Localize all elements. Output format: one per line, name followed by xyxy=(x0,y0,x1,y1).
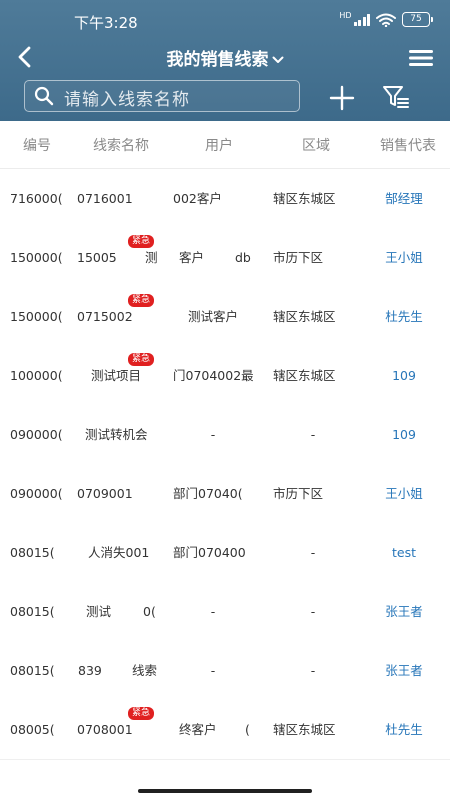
status-time: 下午3:28 xyxy=(74,14,138,32)
lead-sales-rep[interactable]: 杜先生 xyxy=(360,307,448,327)
lead-customer: 002客户 xyxy=(173,191,222,206)
lead-sales-rep[interactable]: 杜先生 xyxy=(360,720,448,740)
table-row[interactable]: 090000( 测试转机会 - - 109 xyxy=(0,405,450,465)
header-customer: 用户 xyxy=(205,138,233,154)
lead-code: 090000( xyxy=(10,427,62,442)
lead-customer-overflow: ( xyxy=(245,722,250,737)
table-row[interactable]: 08015( 测试 0( - - 张王者 xyxy=(0,582,450,642)
search-placeholder: 请输入线索名称 xyxy=(64,90,190,110)
lead-region: - xyxy=(310,427,316,442)
table-row[interactable]: 紧急 150000( 15005 测 客户 db 市历下区 王小姐 xyxy=(0,228,450,288)
lead-name: 测试转机会 xyxy=(85,427,148,442)
lead-sales-rep[interactable]: 张王者 xyxy=(360,602,448,622)
lead-sales-rep[interactable]: 张王者 xyxy=(360,661,448,681)
table-header: 编号 线索名称 用户 区域 销售代表 xyxy=(0,121,450,169)
lead-sales-rep[interactable]: 王小姐 xyxy=(360,484,448,504)
lead-sales-rep[interactable]: 王小姐 xyxy=(360,248,448,268)
lead-sales-rep[interactable]: 109 xyxy=(360,425,448,445)
table-row[interactable]: 紧急 100000( 测试项目 门0704002最 辖区东城区 109 xyxy=(0,346,450,406)
chevron-down-icon xyxy=(272,56,283,63)
lead-name-overflow: 测 xyxy=(145,250,158,265)
lead-name-overflow: 0( xyxy=(143,604,156,619)
lead-customer: 门0704002最 xyxy=(173,368,253,383)
lead-code: 090000( xyxy=(10,486,62,501)
lead-region: - xyxy=(310,545,316,560)
lead-region: 市历下区 xyxy=(273,250,324,265)
lead-name: 839 xyxy=(78,663,102,678)
status-icons: HD 75 xyxy=(339,11,433,27)
lead-region: 市历下区 xyxy=(273,486,324,501)
status-bar: 下午3:28 HD 75 xyxy=(0,0,450,40)
lead-customer: 部门07040( xyxy=(173,486,243,501)
table-row[interactable]: 紧急 150000( 0715002 测试客户 辖区东城区 杜先生 xyxy=(0,287,450,347)
lead-region: 辖区东城区 xyxy=(273,191,336,206)
lead-region: - xyxy=(310,663,316,678)
lead-name: 0709001 xyxy=(77,486,133,501)
leads-table: 编号 线索名称 用户 区域 销售代表 716000( 0716001 002客户… xyxy=(0,121,450,785)
lead-region: 辖区东城区 xyxy=(273,722,336,737)
header-region: 区域 xyxy=(302,138,330,154)
home-indicator[interactable] xyxy=(138,789,312,793)
lead-name: 15005 xyxy=(77,250,117,265)
app-header: 下午3:28 HD 75 我的销售线索 请输入线索名称 xyxy=(0,0,450,121)
header-lead-name: 线索名称 xyxy=(93,138,149,154)
urgent-badge: 紧急 xyxy=(128,353,155,366)
add-icon[interactable] xyxy=(329,85,355,111)
lead-region: 辖区东城区 xyxy=(273,309,336,324)
table-row[interactable]: 紧急 08005( 0708001 终客户 ( 辖区东城区 杜先生 xyxy=(0,700,450,760)
page-title: 我的销售线索 xyxy=(166,50,269,70)
lead-sales-rep[interactable]: 郜经理 xyxy=(360,189,448,209)
lead-sales-rep[interactable]: 109 xyxy=(360,366,448,386)
lead-name-overflow: 线索 xyxy=(132,663,158,678)
lead-code: 08015( xyxy=(10,663,55,678)
lead-code: 716000( xyxy=(10,191,62,206)
header-sales-rep: 销售代表 xyxy=(380,138,436,154)
lead-customer: 部门070400 xyxy=(173,545,246,560)
lead-customer-overflow: db xyxy=(235,250,251,265)
lead-customer: - xyxy=(210,663,216,678)
lead-region: 辖区东城区 xyxy=(273,368,336,383)
filter-icon[interactable] xyxy=(382,84,410,110)
urgent-badge: 紧急 xyxy=(128,235,155,248)
search-input[interactable]: 请输入线索名称 xyxy=(24,80,300,112)
page-title-dropdown[interactable]: 我的销售线索 xyxy=(0,45,450,70)
table-row[interactable]: 716000( 0716001 002客户 辖区东城区 郜经理 xyxy=(0,169,450,229)
network-type-label: HD xyxy=(339,11,352,20)
lead-sales-rep[interactable]: test xyxy=(360,543,448,563)
lead-name: 0715002 xyxy=(77,309,133,324)
signal-icon xyxy=(353,13,370,26)
lead-customer: 终客户 xyxy=(179,722,217,737)
lead-code: 08015( xyxy=(10,545,55,560)
lead-code: 150000( xyxy=(10,250,62,265)
header-code: 编号 xyxy=(23,138,51,154)
lead-name: 0716001 xyxy=(77,191,133,206)
lead-name: 测试项目 xyxy=(91,368,142,383)
table-row[interactable]: 090000( 0709001 部门07040( 市历下区 王小姐 xyxy=(0,464,450,524)
lead-customer: 客户 xyxy=(179,250,205,265)
lead-code: 08015( xyxy=(10,604,55,619)
battery-icon: 75 xyxy=(402,12,433,27)
lead-region: - xyxy=(310,604,316,619)
urgent-badge: 紧急 xyxy=(128,707,155,720)
urgent-badge: 紧急 xyxy=(128,294,155,307)
wifi-icon xyxy=(376,13,396,27)
lead-name: 0708001 xyxy=(77,722,133,737)
lead-name: 测试 xyxy=(86,604,112,619)
lead-customer: 测试客户 xyxy=(187,309,238,324)
lead-code: 08005( xyxy=(10,722,55,737)
lead-code: 150000( xyxy=(10,309,62,324)
lead-code: 100000( xyxy=(10,368,62,383)
hamburger-menu-icon[interactable] xyxy=(408,48,434,68)
lead-customer: - xyxy=(210,427,216,442)
table-row[interactable]: 08015( 人消失001 部门070400 - test xyxy=(0,523,450,583)
search-icon xyxy=(34,86,54,106)
lead-customer: - xyxy=(210,604,216,619)
lead-name: 人消失001 xyxy=(88,545,150,560)
table-row[interactable]: 08015( 839 线索 - - 张王者 xyxy=(0,641,450,701)
